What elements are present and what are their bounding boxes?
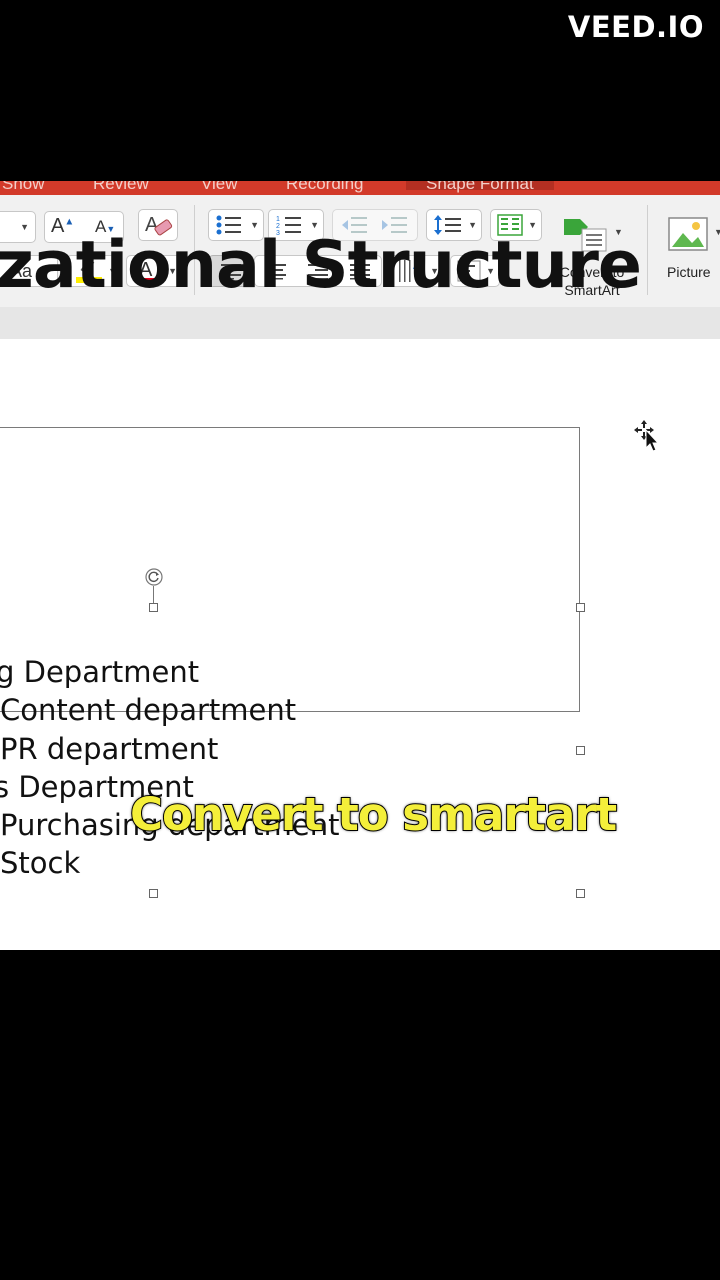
tab-view[interactable]: View: [201, 181, 238, 194]
ribbon-tab-bar: Show Review View Recording Shape Format: [0, 181, 720, 195]
slide-title[interactable]: zational Structure: [0, 228, 642, 303]
picture-icon: [668, 217, 708, 251]
tab-slide-show[interactable]: Show: [2, 181, 45, 194]
picture-label: Picture: [667, 264, 711, 280]
text-line-1: g Department: [0, 655, 200, 689]
resize-handle-right[interactable]: [576, 746, 585, 755]
resize-handle-top[interactable]: [149, 603, 158, 612]
resize-handle-bottom-right[interactable]: [576, 889, 585, 898]
tab-review[interactable]: Review: [93, 181, 149, 194]
tab-recording[interactable]: Recording: [286, 181, 364, 194]
resize-handle-bottom[interactable]: [149, 889, 158, 898]
svg-text:1: 1: [276, 216, 280, 223]
ribbon-lower-strip: [0, 307, 720, 340]
insert-picture-button[interactable]: ▼ Picture: [660, 215, 720, 305]
resize-handle-top-right[interactable]: [576, 603, 585, 612]
video-caption: Convert to smartart: [129, 787, 618, 842]
move-cursor-icon: [634, 420, 660, 452]
text-line-6: Stock: [0, 846, 81, 880]
text-line-3: PR department: [0, 732, 219, 766]
veed-watermark: VEED.IO: [567, 10, 704, 44]
ribbon-separator: [647, 205, 648, 295]
text-line-2: Content department: [0, 693, 297, 727]
tab-shape-format[interactable]: Shape Format: [406, 181, 554, 193]
